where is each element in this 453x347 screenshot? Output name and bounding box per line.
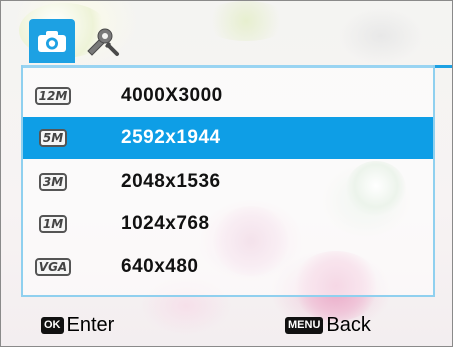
resolution-list: 12M 4000X3000 5M 2592x1944 3M 2048x1536 … xyxy=(21,65,435,297)
resolution-icon-text: 5M xyxy=(38,129,68,147)
resolution-icon-text: 12M xyxy=(34,87,72,105)
ok-key-icon: OK xyxy=(41,317,64,334)
resolution-icon-text: 1M xyxy=(38,215,68,233)
enter-label: Enter xyxy=(66,314,115,336)
list-item-2048x1536[interactable]: 3M 2048x1536 xyxy=(23,161,433,203)
resolution-3m-icon: 3M xyxy=(33,169,73,195)
resolution-5m-icon: 5M xyxy=(33,125,73,151)
resolution-vga-icon: VGA xyxy=(33,254,73,280)
footer-hints: OK Enter MENU Back xyxy=(1,311,452,346)
list-item-4000x3000[interactable]: 12M 4000X3000 xyxy=(23,75,433,117)
resolution-12m-icon: 12M xyxy=(33,83,73,109)
list-item-1024x768[interactable]: 1M 1024x768 xyxy=(23,203,433,245)
back-hint[interactable]: MENU Back xyxy=(285,314,371,337)
background-flower xyxy=(201,1,291,41)
menu-tabs xyxy=(29,19,139,65)
settings-icon xyxy=(87,28,119,56)
camera-icon xyxy=(38,31,66,52)
resolution-1m-icon: 1M xyxy=(33,211,73,237)
enter-hint[interactable]: OK Enter xyxy=(41,314,114,337)
resolution-label: 2592x1944 xyxy=(121,127,221,148)
resolution-icon-text: VGA xyxy=(34,258,72,276)
resolution-label: 4000X3000 xyxy=(121,85,223,106)
resolution-label: 640x480 xyxy=(121,256,199,277)
resolution-label: 2048x1536 xyxy=(121,171,221,192)
list-item-2592x1944[interactable]: 5M 2592x1944 xyxy=(23,117,433,159)
resolution-label: 1024x768 xyxy=(121,213,210,234)
back-label: Back xyxy=(326,314,371,336)
resolution-icon-text: 3M xyxy=(38,173,68,191)
menu-key-icon: MENU xyxy=(285,317,324,334)
tab-camera[interactable] xyxy=(29,19,75,63)
list-item-640x480[interactable]: VGA 640x480 xyxy=(23,246,433,288)
tab-settings[interactable] xyxy=(79,19,125,63)
camera-menu-screen: 12M 4000X3000 5M 2592x1944 3M 2048x1536 … xyxy=(0,0,453,347)
